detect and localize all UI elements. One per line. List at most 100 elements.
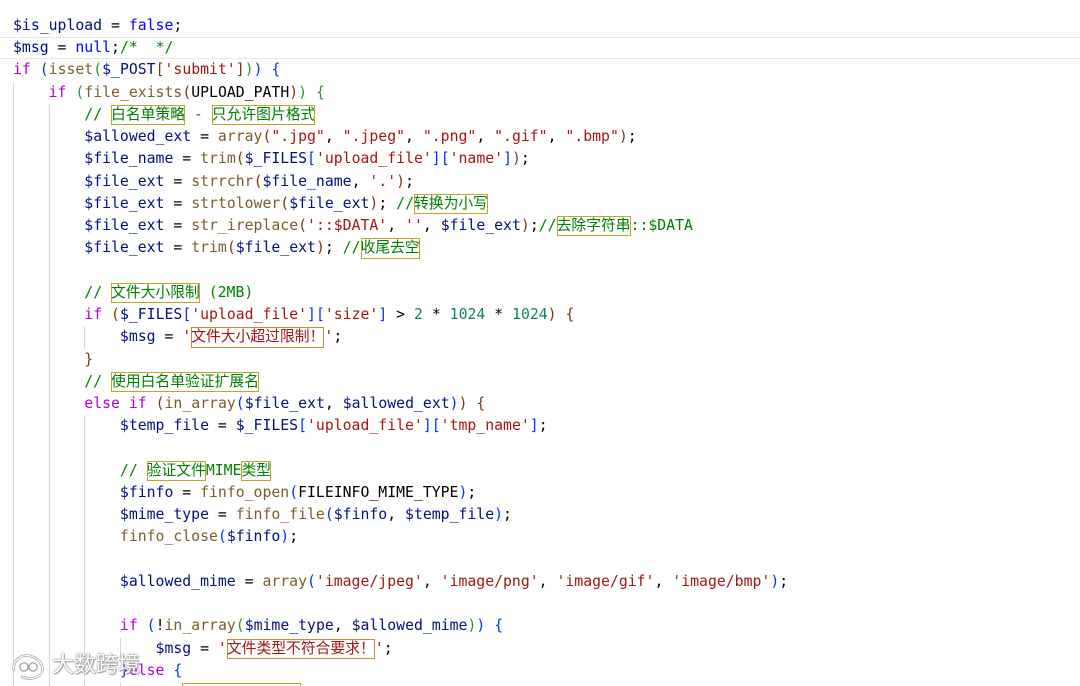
string-literal: 'image/gif' [556, 572, 655, 590]
code-line: $msg = '文件大小超过限制！'; [0, 326, 1080, 349]
string-literal: 'upload_file' [191, 306, 308, 324]
comment: 转换为小写 [413, 193, 488, 215]
operator: * [485, 306, 513, 324]
bracket: ( [235, 394, 245, 412]
code-line: // 验证文件MIME类型 [0, 459, 1080, 482]
code-line: if (file_exists(UPLOAD_PATH)) { [0, 81, 1080, 104]
bracket: ) [280, 528, 290, 546]
code-line: $msg = '文件类型不符合要求！'; [0, 637, 1080, 660]
bracket: ) [289, 83, 299, 101]
bracket: } [84, 350, 94, 368]
indent-guide [48, 259, 50, 282]
bracket: ( [182, 83, 192, 101]
comment: - [185, 105, 212, 123]
variable: $temp_file [405, 506, 495, 524]
code-line: $is_upload = false; [0, 15, 1080, 37]
bracket: ) [494, 506, 504, 524]
code-line [0, 593, 1080, 616]
operator: = [164, 172, 192, 190]
function-name: in_array [164, 617, 236, 635]
literal-constant: null [75, 39, 112, 57]
variable: $file_ext [440, 217, 521, 235]
comment: 只允许图片格式 [211, 104, 315, 126]
variable: $_FILES [119, 306, 183, 324]
variable: $file_name [84, 150, 174, 168]
operator [147, 395, 156, 412]
code-line: }else { [0, 659, 1080, 683]
string-literal: 'tmp_name' [440, 417, 530, 435]
indent-guide [84, 593, 86, 616]
bracket: ( [307, 572, 316, 590]
bracket: [ [298, 417, 308, 435]
variable: $temp_file [119, 417, 209, 435]
operator [102, 306, 111, 323]
code-line [0, 259, 1080, 282]
bracket: [ [182, 306, 192, 324]
bracket: { [173, 661, 183, 679]
code-line: finfo_close($finfo); [0, 526, 1080, 549]
operator: , [654, 572, 673, 590]
code-line [0, 548, 1080, 571]
code-area[interactable]: $is_upload = false; $msg = null; /* */ if (… [0, 15, 1080, 686]
bracket: ] [529, 417, 539, 435]
comment: MIME [205, 461, 242, 479]
constant: UPLOAD_PATH [191, 83, 290, 101]
code-line: $file_ext = trim($file_ext); //收尾去空 [0, 237, 1080, 260]
bracket: ) [770, 572, 780, 590]
variable: $file_ext [235, 239, 316, 257]
variable: $file_ext [84, 239, 165, 257]
code-line: // 使用白名单验证扩展名 [0, 370, 1080, 393]
bracket: } [119, 661, 129, 679]
code-line: $file_name = trim($_FILES['upload_file']… [0, 148, 1080, 171]
number-literal: 1024 [512, 306, 548, 324]
bracket: ) [253, 61, 263, 79]
string-literal: ' [374, 639, 384, 657]
function-name: array [217, 128, 263, 146]
bracket: ( [93, 61, 103, 79]
variable: $allowed_ext [342, 394, 450, 412]
string-literal: '::$DATA' [307, 217, 388, 235]
indent-guide [84, 437, 86, 460]
operator [31, 61, 40, 78]
indent-guide [48, 682, 50, 686]
variable: $msg [13, 39, 49, 57]
comment: 去除字符串 [556, 215, 631, 237]
operator: , [324, 394, 343, 412]
code-line: $file_ext = str_ireplace('::$DATA', '', … [0, 215, 1080, 238]
string-literal: ' [217, 639, 227, 657]
function-name: trim [191, 239, 227, 257]
keyword: if [48, 83, 67, 101]
comment: /* */ [119, 39, 174, 57]
bracket: ( [146, 617, 156, 635]
function-name: finfo_close [119, 528, 218, 546]
bracket: [ [307, 150, 316, 168]
function-name: str_ireplace [191, 217, 299, 235]
variable: $is_upload [13, 17, 103, 34]
string-literal: ".png" [422, 128, 477, 146]
operator: = [173, 150, 201, 168]
operator: ; [289, 528, 299, 546]
string-literal: 文件大小超过限制！ [191, 326, 325, 348]
bracket: ( [289, 483, 299, 501]
operator: , [422, 217, 441, 235]
operator: = [155, 328, 183, 346]
operator: , [405, 128, 423, 146]
operator: ; [627, 128, 637, 146]
indent-guide [13, 437, 14, 460]
operator: ; [173, 17, 183, 34]
bracket: ( [111, 306, 120, 324]
bracket: ( [39, 61, 49, 79]
operator: , [387, 506, 406, 524]
indent-guide [84, 548, 86, 571]
function-name: trim [200, 150, 236, 168]
function-name: array [262, 572, 307, 590]
operator: > [387, 306, 414, 324]
constant: FILEINFO_MIME_TYPE [298, 483, 459, 501]
code-editor[interactable]: $is_upload = false; $msg = null; /* */ if (… [0, 0, 1080, 686]
